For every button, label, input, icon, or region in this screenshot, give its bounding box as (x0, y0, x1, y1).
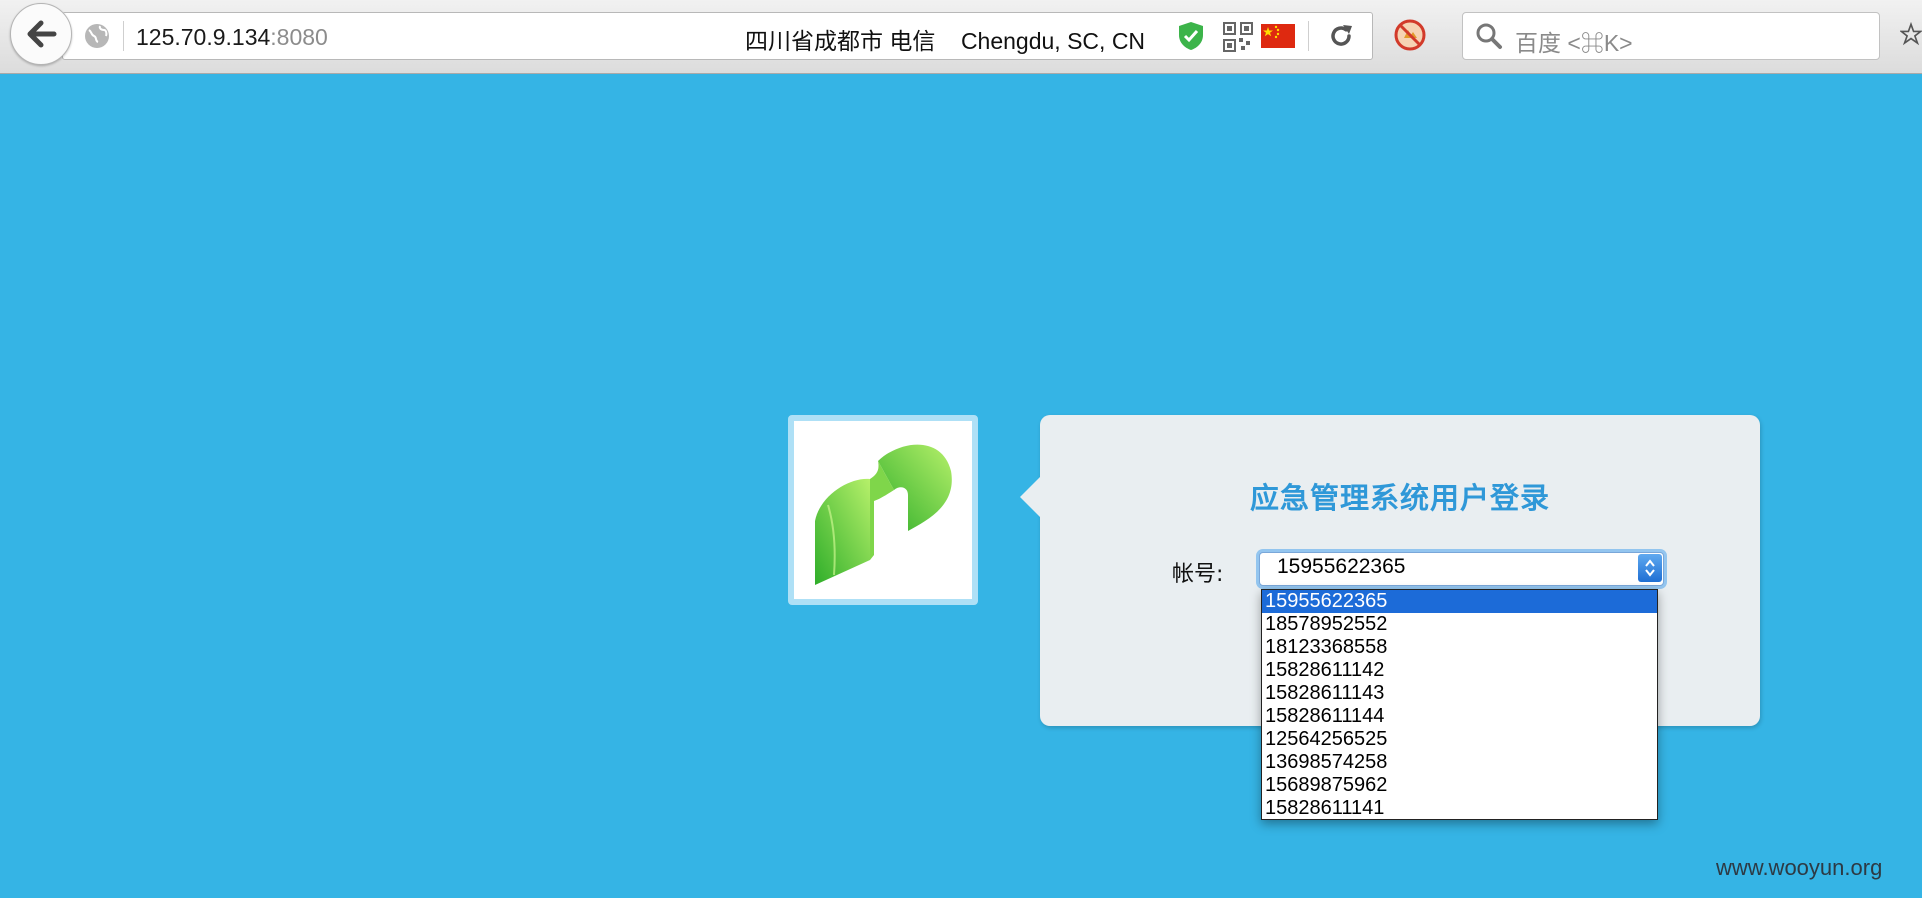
search-icon (1476, 23, 1502, 49)
address-bar[interactable]: 125.70.9.134:8080 四川省成都市 电信 Chengdu, SC,… (62, 12, 1373, 60)
back-arrow-icon (27, 20, 57, 48)
url-port: :8080 (270, 24, 328, 50)
adblock-icon[interactable] (1393, 18, 1427, 52)
updown-chevron-icon (1645, 559, 1655, 577)
shield-icon[interactable] (1177, 21, 1205, 51)
browser-toolbar: 125.70.9.134:8080 四川省成都市 电信 Chengdu, SC,… (0, 0, 1922, 74)
bookmark-star-icon[interactable] (1900, 17, 1922, 51)
back-button[interactable] (10, 3, 72, 65)
panel-pointer (1020, 477, 1040, 517)
url-host: 125.70.9.134 (136, 24, 271, 50)
account-select-value: 15955622365 (1277, 555, 1406, 578)
account-option[interactable]: 15828611141 (1262, 797, 1657, 820)
select-arrow-button[interactable] (1638, 554, 1662, 582)
watermark-text: www.wooyun.org (1716, 855, 1883, 880)
account-option[interactable]: 15828611143 (1262, 682, 1657, 705)
account-select[interactable]: 15955622365 (1259, 552, 1664, 586)
url-text[interactable]: 125.70.9.134:8080 (136, 24, 328, 51)
ip-location-text: 四川省成都市 电信 Chengdu, SC, CN (745, 28, 1146, 54)
account-option[interactable]: 18578952552 (1262, 613, 1657, 636)
account-option[interactable]: 13698574258 (1262, 751, 1657, 774)
reload-icon[interactable] (1327, 22, 1355, 50)
globe-icon (85, 24, 109, 48)
account-option[interactable]: 15828611144 (1262, 705, 1657, 728)
account-option[interactable]: 15689875962 (1262, 774, 1657, 797)
address-separator (1308, 21, 1309, 51)
leaf-logo-icon (815, 444, 952, 585)
qr-code-icon[interactable] (1223, 22, 1253, 52)
system-logo (788, 415, 978, 605)
account-option[interactable]: 18123368558 (1262, 636, 1657, 659)
search-bar[interactable]: 百度 <⌘K> (1462, 12, 1880, 60)
address-separator (123, 21, 124, 51)
china-flag-icon (1261, 24, 1295, 48)
account-label: 帐号: (1172, 562, 1224, 587)
search-placeholder: 百度 <⌘K> (1515, 30, 1633, 56)
account-dropdown-list[interactable]: 15955622365 18578952552 18123368558 1582… (1261, 589, 1658, 820)
account-option[interactable]: 15955622365 (1262, 590, 1657, 613)
account-option[interactable]: 15828611142 (1262, 659, 1657, 682)
account-option[interactable]: 12564256525 (1262, 728, 1657, 751)
login-title: 应急管理系统用户登录 (1249, 481, 1550, 515)
